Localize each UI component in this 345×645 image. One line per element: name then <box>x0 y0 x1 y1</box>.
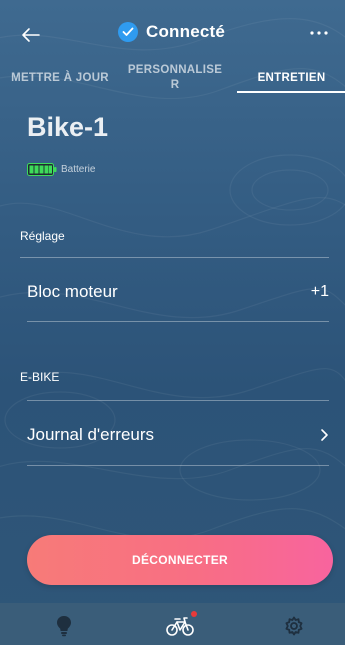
notification-dot <box>191 611 197 617</box>
tab-customize[interactable]: PERSONNALISER <box>120 63 230 93</box>
section-label-settings: Réglage <box>20 229 65 243</box>
bottom-navigation <box>0 603 345 645</box>
connection-status: Connecté <box>118 22 225 42</box>
nav-bike[interactable] <box>163 611 197 639</box>
disconnect-button[interactable]: DÉCONNECTER <box>27 535 333 585</box>
battery-status: Batterie <box>27 163 95 176</box>
check-circle-icon <box>118 22 138 42</box>
page-title: Connecté <box>146 22 226 41</box>
error-log-label: Journal d'erreurs <box>27 425 155 444</box>
back-arrow-icon[interactable] <box>20 24 42 46</box>
battery-label: Batterie <box>61 164 96 175</box>
tab-update[interactable]: METTRE À JOUR <box>6 72 114 84</box>
motor-unit-value: +1 <box>310 283 329 300</box>
nav-lightbulb[interactable] <box>49 613 79 639</box>
motor-unit-row[interactable]: Bloc moteur +1 <box>27 278 329 306</box>
divider <box>27 321 329 322</box>
divider <box>27 400 329 401</box>
active-tab-indicator <box>237 91 345 93</box>
tab-maintenance[interactable]: ENTRETIEN <box>238 72 345 84</box>
lightbulb-icon <box>57 616 71 637</box>
motor-unit-label: Bloc moteur <box>27 282 118 301</box>
settings-gear-icon <box>285 616 303 636</box>
tab-bar: METTRE À JOUR PERSONNALISER ENTRETIEN <box>0 60 345 94</box>
more-dots-icon[interactable] <box>309 28 329 38</box>
divider <box>27 465 329 466</box>
divider <box>20 257 329 258</box>
error-log-row[interactable]: Journal d'erreurs <box>27 421 329 449</box>
section-label-ebike: E-BIKE <box>20 370 60 384</box>
app-screen: Connecté METTRE À JOUR PERSONNALISER ENT… <box>0 0 345 645</box>
battery-icon <box>27 163 57 176</box>
top-bar: Connecté <box>0 16 345 56</box>
bicycle-icon <box>166 617 194 636</box>
nav-settings[interactable] <box>279 613 309 639</box>
chevron-right-icon <box>321 429 328 441</box>
bike-name: Bike-1 <box>27 112 109 142</box>
